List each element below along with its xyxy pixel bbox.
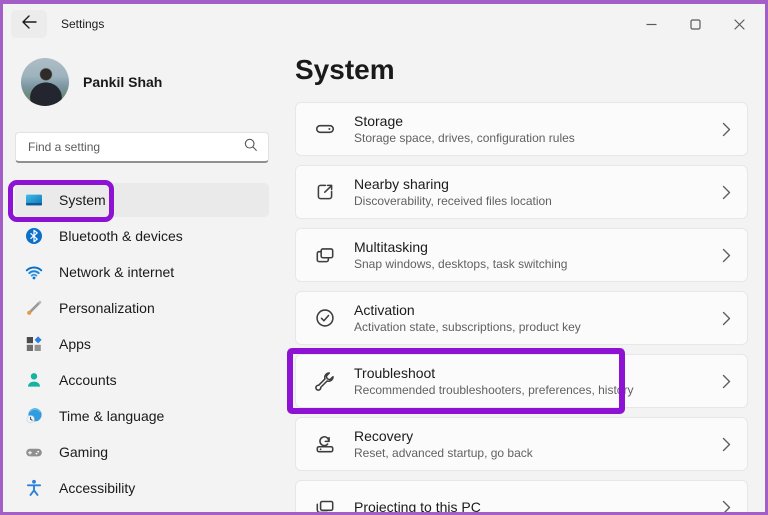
sidebar-item-network-and-internet[interactable]: Network & internet (15, 255, 269, 289)
back-button[interactable] (11, 10, 47, 38)
settings-row-text: Storage Storage space, drives, configurat… (354, 113, 722, 145)
sidebar-item-label: System (59, 192, 106, 208)
sidebar-item-label: Accounts (59, 372, 117, 388)
apps-icon (25, 335, 43, 353)
settings-row-subtitle: Activation state, subscriptions, product… (354, 320, 722, 334)
main-panel: System Storage Storage space, drives, con… (283, 42, 765, 512)
chevron-right-icon (722, 374, 731, 389)
sidebar-item-label: Network & internet (59, 264, 174, 280)
settings-window: Settings Pankil Shah (0, 0, 768, 515)
settings-row-text: Troubleshoot Recommended troubleshooters,… (354, 365, 722, 397)
close-icon (734, 19, 745, 30)
gaming-icon (25, 443, 43, 461)
sidebar-item-time-and-language[interactable]: Time & language (15, 399, 269, 433)
accounts-icon (25, 371, 43, 389)
settings-row-subtitle: Storage space, drives, configuration rul… (354, 131, 722, 145)
settings-row-title: Nearby sharing (354, 176, 722, 192)
settings-row-subtitle: Discoverability, received files location (354, 194, 722, 208)
sidebar: Pankil Shah System Bluetooth & devices Net… (3, 42, 283, 512)
settings-row-text: Projecting to this PC (354, 499, 722, 515)
settings-row-title: Projecting to this PC (354, 499, 722, 515)
sidebar-item-accounts[interactable]: Accounts (15, 363, 269, 397)
settings-row-title: Recovery (354, 428, 722, 444)
settings-row-subtitle: Reset, advanced startup, go back (354, 446, 722, 460)
bluetooth-icon (25, 227, 43, 245)
minimize-icon (646, 19, 657, 30)
sidebar-item-label: Time & language (59, 408, 164, 424)
settings-row-text: Activation Activation state, subscription… (354, 302, 722, 334)
multitasking-icon (296, 244, 354, 266)
search-input[interactable] (26, 139, 243, 155)
settings-row-activation[interactable]: Activation Activation state, subscription… (295, 291, 748, 345)
accessibility-icon (25, 479, 43, 497)
sidebar-item-label: Apps (59, 336, 91, 352)
sidebar-nav: System Bluetooth & devices Network & inter… (3, 183, 283, 505)
sidebar-item-gaming[interactable]: Gaming (15, 435, 269, 469)
storage-icon (296, 118, 354, 140)
user-name: Pankil Shah (83, 74, 162, 90)
settings-row-title: Storage (354, 113, 722, 129)
settings-row-text: Multitasking Snap windows, desktops, task… (354, 239, 722, 271)
avatar (21, 58, 69, 106)
sidebar-item-label: Personalization (59, 300, 155, 316)
settings-row-subtitle: Snap windows, desktops, task switching (354, 257, 722, 271)
chevron-right-icon (722, 122, 731, 137)
maximize-button[interactable] (673, 10, 717, 38)
projecting-icon (296, 496, 354, 515)
chevron-right-icon (722, 248, 731, 263)
activation-icon (296, 307, 354, 329)
settings-list: Storage Storage space, drives, configurat… (295, 102, 748, 515)
back-arrow-icon (21, 15, 37, 34)
search-icon (243, 137, 258, 157)
personalization-icon (25, 299, 43, 317)
troubleshoot-icon (296, 370, 354, 392)
sidebar-item-label: Accessibility (59, 480, 135, 496)
page-title: System (295, 54, 748, 86)
settings-row-troubleshoot[interactable]: Troubleshoot Recommended troubleshooters,… (295, 354, 748, 408)
minimize-button[interactable] (629, 10, 673, 38)
settings-row-recovery[interactable]: Recovery Reset, advanced startup, go back (295, 417, 748, 471)
settings-row-multitasking[interactable]: Multitasking Snap windows, desktops, task… (295, 228, 748, 282)
window-title: Settings (61, 17, 104, 31)
settings-row-text: Recovery Reset, advanced startup, go back (354, 428, 722, 460)
sidebar-item-system[interactable]: System (15, 183, 269, 217)
chevron-right-icon (722, 185, 731, 200)
sidebar-item-label: Bluetooth & devices (59, 228, 183, 244)
recovery-icon (296, 433, 354, 455)
network-icon (25, 263, 43, 281)
settings-row-title: Multitasking (354, 239, 722, 255)
sidebar-item-label: Gaming (59, 444, 108, 460)
sidebar-item-accessibility[interactable]: Accessibility (15, 471, 269, 505)
close-button[interactable] (717, 10, 761, 38)
search-box (15, 132, 269, 163)
chevron-right-icon (722, 437, 731, 452)
window-controls (629, 10, 761, 38)
settings-row-text: Nearby sharing Discoverability, received … (354, 176, 722, 208)
chevron-right-icon (722, 500, 731, 515)
sidebar-item-bluetooth-and-devices[interactable]: Bluetooth & devices (15, 219, 269, 253)
settings-row-projecting-to-this-pc[interactable]: Projecting to this PC (295, 480, 748, 515)
user-account-row[interactable]: Pankil Shah (21, 54, 283, 110)
settings-row-storage[interactable]: Storage Storage space, drives, configurat… (295, 102, 748, 156)
time-language-icon (25, 407, 43, 425)
sidebar-item-personalization[interactable]: Personalization (15, 291, 269, 325)
settings-row-title: Activation (354, 302, 722, 318)
nearby-sharing-icon (296, 181, 354, 203)
sidebar-item-apps[interactable]: Apps (15, 327, 269, 361)
system-icon (25, 191, 43, 209)
settings-row-nearby-sharing[interactable]: Nearby sharing Discoverability, received … (295, 165, 748, 219)
settings-row-title: Troubleshoot (354, 365, 722, 381)
chevron-right-icon (722, 311, 731, 326)
settings-row-subtitle: Recommended troubleshooters, preferences… (354, 383, 722, 397)
maximize-icon (690, 19, 701, 30)
titlebar: Settings (3, 4, 765, 42)
